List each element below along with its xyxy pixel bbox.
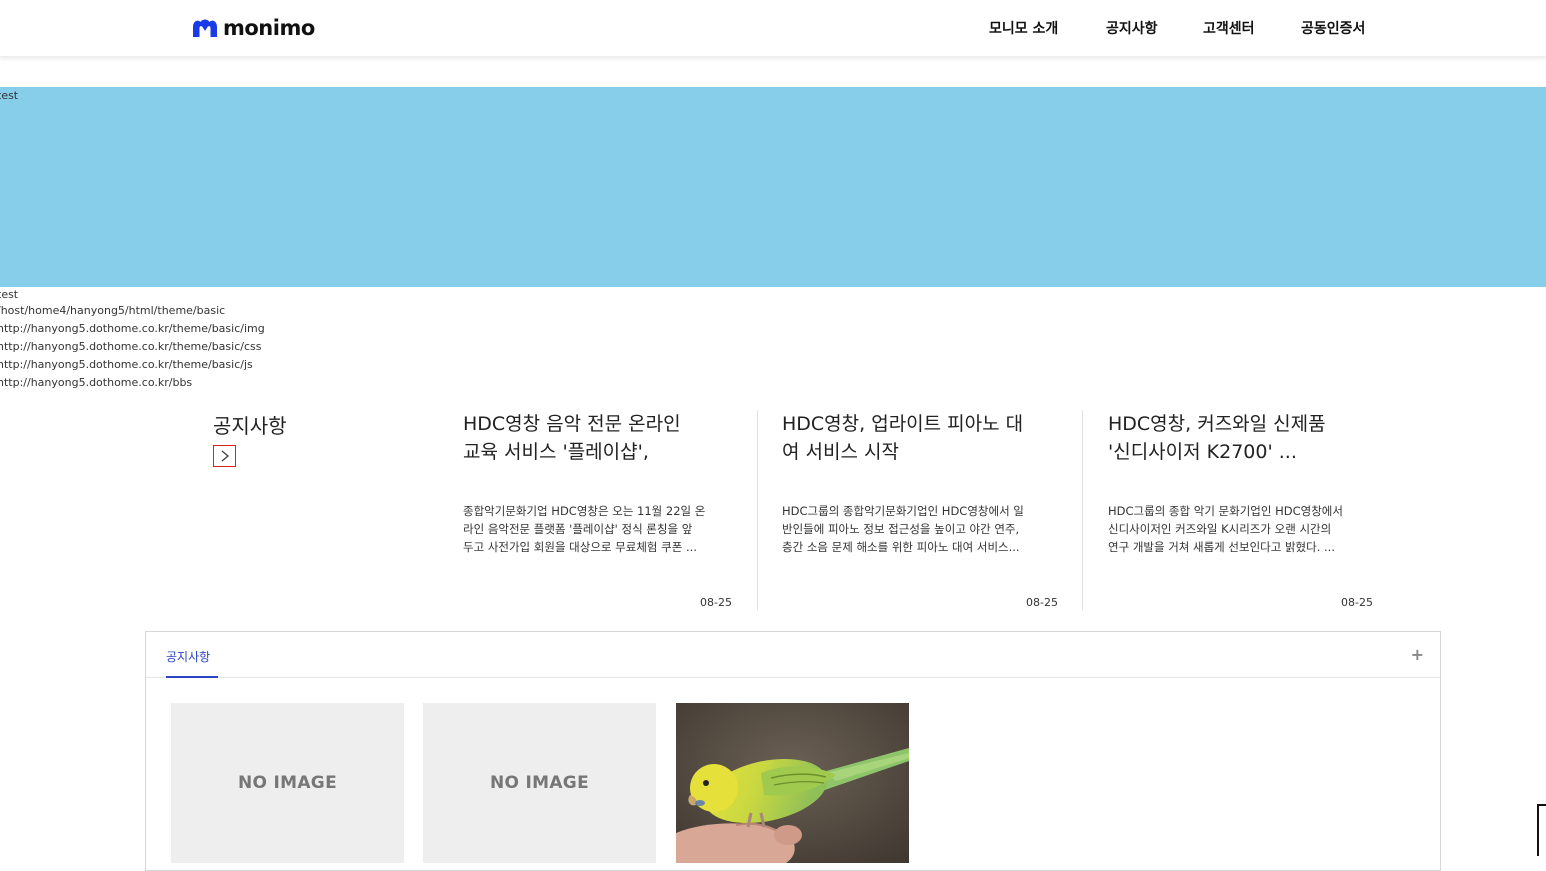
article-date: 08-25 xyxy=(1026,596,1058,609)
monimo-logo-icon xyxy=(193,19,217,37)
board-panel: 공지사항 + NO IMAGE NO IMAGE xyxy=(145,631,1441,871)
article-summary-line: 층간 소음 문제 해소를 위한 피아노 대여 서비스... xyxy=(782,540,1020,554)
nav-certificate[interactable]: 공동인증서 xyxy=(1301,18,1365,38)
debug-line: http://hanyong5.dothome.co.kr/theme/basi… xyxy=(0,340,262,353)
budgie-photo xyxy=(676,703,909,863)
article-title-line: 교육 서비스 '플레이샵', xyxy=(463,441,649,463)
article-summary: HDC그룹의 종합 악기 문화기업인 HDC영창에서 신디사이저인 커즈와일 K… xyxy=(1108,502,1343,556)
article-title: HDC영창, 커즈와일 신제품 '신디사이저 K2700' ... xyxy=(1108,410,1326,466)
article-summary-line: 종합악기문화기업 HDC영창은 오는 11월 22일 온 xyxy=(463,504,706,518)
article-date: 08-25 xyxy=(700,596,732,609)
tab-notice[interactable]: 공지사항 xyxy=(166,648,210,665)
article-summary-line: 반인들에 피아노 정보 접근성을 높이고 야간 연주, xyxy=(782,522,1020,536)
notice-article[interactable]: HDC영창, 커즈와일 신제품 '신디사이저 K2700' ... HDC그룹의… xyxy=(1082,410,1382,610)
logo[interactable]: monimo xyxy=(192,14,315,42)
article-summary-line: HDC그룹의 종합악기문화기업인 HDC영창에서 일 xyxy=(782,504,1024,518)
no-image-label: NO IMAGE xyxy=(238,773,337,793)
board-panel-header: 공지사항 + xyxy=(146,632,1440,678)
banner-label: test xyxy=(0,89,19,102)
nav-customer-center[interactable]: 고객센터 xyxy=(1203,18,1255,38)
debug-line: /host/home4/hanyong5/html/theme/basic xyxy=(0,304,226,317)
article-title: HDC영창, 업라이트 피아노 대 여 서비스 시작 xyxy=(782,410,1023,466)
article-title: HDC영창 음악 전문 온라인 교육 서비스 '플레이샵', xyxy=(463,410,681,466)
page-corner-mark xyxy=(1537,804,1546,856)
article-title-line: HDC영창, 업라이트 피아노 대 xyxy=(782,413,1024,435)
chevron-right-icon xyxy=(221,450,229,462)
notice-more-button[interactable] xyxy=(213,445,236,467)
article-title-line: '신디사이저 K2700' ... xyxy=(1108,441,1297,463)
active-tab-indicator xyxy=(166,676,218,678)
nav-notice[interactable]: 공지사항 xyxy=(1106,18,1158,38)
article-summary: 종합악기문화기업 HDC영창은 오는 11월 22일 온 라인 음악전문 플랫폼… xyxy=(463,502,705,556)
article-summary-line: 라인 음악전문 플랫폼 '플레이샵' 정식 론칭을 앞 xyxy=(463,522,693,536)
gallery-thumbnail-photo[interactable] xyxy=(676,703,909,863)
article-summary: HDC그룹의 종합악기문화기업인 HDC영창에서 일 반인들에 피아노 정보 접… xyxy=(782,502,1024,556)
article-title-line: 여 서비스 시작 xyxy=(782,441,899,463)
article-summary-line: 연구 개발을 거쳐 새롭게 선보인다고 밝혔다. ... xyxy=(1108,540,1335,554)
gallery-thumbnail[interactable]: NO IMAGE xyxy=(171,703,404,863)
debug-line: http://hanyong5.dothome.co.kr/bbs xyxy=(0,376,193,389)
article-date: 08-25 xyxy=(1341,596,1373,609)
hero-banner: test xyxy=(0,87,1546,287)
site-header: monimo 모니모 소개 공지사항 고객센터 공동인증서 xyxy=(0,0,1546,57)
article-title-line: HDC영창 음악 전문 온라인 xyxy=(463,413,681,435)
article-summary-line: HDC그룹의 종합 악기 문화기업인 HDC영창에서 xyxy=(1108,504,1343,518)
nav-about[interactable]: 모니모 소개 xyxy=(989,18,1058,38)
logo-text: monimo xyxy=(223,16,315,40)
article-summary-line: 두고 사전가입 회원을 대상으로 무료체험 쿠폰 ... xyxy=(463,540,697,554)
debug-line: http://hanyong5.dothome.co.kr/theme/basi… xyxy=(0,322,265,335)
plus-icon[interactable]: + xyxy=(1411,645,1424,664)
no-image-label: NO IMAGE xyxy=(490,773,589,793)
article-summary-line: 신디사이저인 커즈와일 K시리즈가 오랜 시간의 xyxy=(1108,522,1332,536)
article-title-line: HDC영창, 커즈와일 신제품 xyxy=(1108,413,1326,435)
notice-section-title: 공지사항 xyxy=(213,414,287,438)
notice-article[interactable]: HDC영창 음악 전문 온라인 교육 서비스 '플레이샵', 종합악기문화기업 … xyxy=(450,410,757,610)
gallery-thumbnail[interactable]: NO IMAGE xyxy=(423,703,656,863)
notice-article[interactable]: HDC영창, 업라이트 피아노 대 여 서비스 시작 HDC그룹의 종합악기문화… xyxy=(757,410,1083,610)
debug-line: test xyxy=(0,288,19,301)
debug-line: http://hanyong5.dothome.co.kr/theme/basi… xyxy=(0,358,253,371)
